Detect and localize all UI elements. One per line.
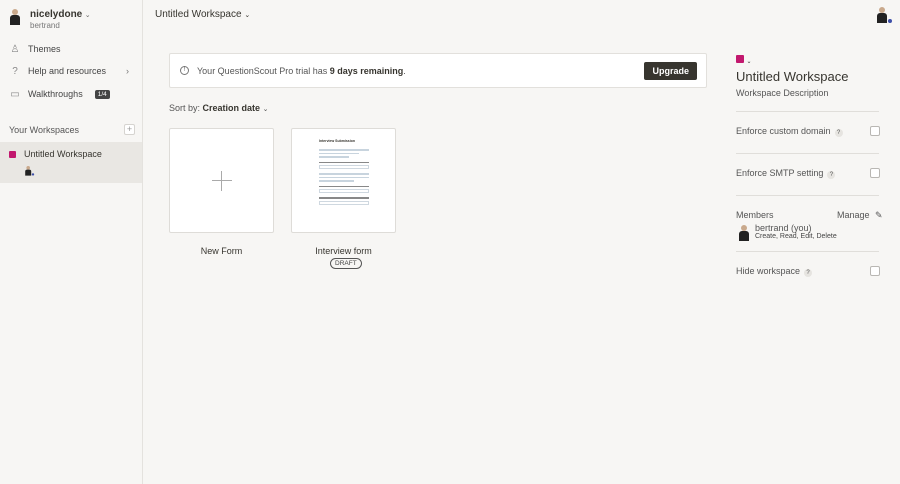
workspace-label: Untitled Workspace <box>24 149 102 159</box>
sidebar-item-walkthroughs[interactable]: ▭ Walkthroughs 1/4 <box>0 84 143 104</box>
account-avatar[interactable] <box>875 7 892 23</box>
help-icon[interactable]: ? <box>834 129 843 137</box>
member-avatar <box>24 166 35 176</box>
workspace-title-menu[interactable]: Untitled Workspace ⌄ <box>155 9 250 20</box>
workspace-color-icon <box>9 151 16 158</box>
divider <box>736 111 879 112</box>
smtp-label: Enforce SMTP setting? <box>736 168 879 179</box>
help-icon[interactable]: ? <box>827 171 836 179</box>
avatar <box>8 9 22 25</box>
trial-text: Your QuestionScout Pro trial has <box>197 65 330 76</box>
member-avatar <box>737 225 751 241</box>
nav-label: Themes <box>28 44 61 54</box>
trial-days: 9 days remaining <box>329 65 404 76</box>
user-name: nicelydone <box>30 9 83 20</box>
sort-value: Creation date <box>202 103 261 113</box>
nav-label: Walkthroughs <box>28 89 83 99</box>
workspace-description[interactable]: Workspace Description <box>736 88 879 98</box>
smtp-checkbox[interactable] <box>870 168 880 178</box>
custom-domain-label: Enforce custom domain? <box>736 126 879 137</box>
sidebar-item-help[interactable]: ? Help and resources › <box>0 61 143 81</box>
manage-members-button[interactable]: Manage ✎ <box>837 210 883 221</box>
workspace-color-picker[interactable]: ⌄ <box>736 55 879 65</box>
workspace-name[interactable]: Untitled Workspace <box>736 69 879 84</box>
chat-icon: ▭ <box>10 88 20 100</box>
hide-workspace-checkbox[interactable] <box>870 266 880 276</box>
preview-title: Interview Submission <box>319 139 355 143</box>
chevron-down-icon: ⌄ <box>746 59 752 65</box>
user-subtitle: bertrand <box>30 21 60 30</box>
upgrade-button[interactable]: Upgrade <box>644 62 697 80</box>
divider <box>736 153 879 154</box>
header-title: Untitled Workspace <box>155 9 242 20</box>
info-icon: ! <box>180 66 189 75</box>
brush-icon: ♙ <box>10 43 20 55</box>
trial-suffix: . <box>403 65 406 76</box>
nav-label: Help and resources <box>28 66 107 76</box>
chevron-right-icon: › <box>126 66 129 76</box>
workspace-item[interactable]: Untitled Workspace <box>0 142 142 183</box>
workspaces-heading: Your Workspaces <box>9 125 80 135</box>
divider <box>736 251 879 252</box>
plus-icon <box>212 171 232 191</box>
new-form-label: New Form <box>200 246 243 256</box>
walkthrough-progress-badge: 1/4 <box>94 89 110 99</box>
form-label: Interview form <box>315 246 372 256</box>
custom-domain-checkbox[interactable] <box>870 126 880 136</box>
edit-icon: ✎ <box>875 210 883 220</box>
workspace-color-icon <box>736 55 744 63</box>
member-name: bertrand (you) <box>755 223 812 233</box>
sort-dropdown[interactable]: Sort by: Creation date ⌄ <box>169 103 268 113</box>
hide-workspace-label: Hide workspace? <box>736 266 879 277</box>
add-workspace-button[interactable]: + <box>124 124 135 135</box>
form-card-interview[interactable]: Interview Submission <box>291 128 396 233</box>
user-menu[interactable]: nicelydone ⌄ bertrand <box>8 9 91 30</box>
sidebar-item-themes[interactable]: ♙ Themes <box>0 39 143 59</box>
trial-banner: ! Your QuestionScout Pro trial has 9 day… <box>169 53 707 88</box>
question-icon: ? <box>12 65 18 77</box>
new-form-card[interactable] <box>169 128 274 233</box>
chevron-down-icon: ⌄ <box>244 12 251 19</box>
sidebar: nicelydone ⌄ bertrand ♙ Themes ? Help and … <box>0 0 143 484</box>
help-icon[interactable]: ? <box>804 269 813 277</box>
draft-badge: DRAFT <box>330 258 362 269</box>
form-preview: Interview Submission <box>319 139 369 209</box>
chevron-down-icon: ⌄ <box>262 106 269 113</box>
member-permissions: Create, Read, Edit, Delete <box>755 233 837 240</box>
chevron-down-icon: ⌄ <box>84 12 91 19</box>
sort-label: Sort by: <box>169 103 201 113</box>
divider <box>736 195 879 196</box>
